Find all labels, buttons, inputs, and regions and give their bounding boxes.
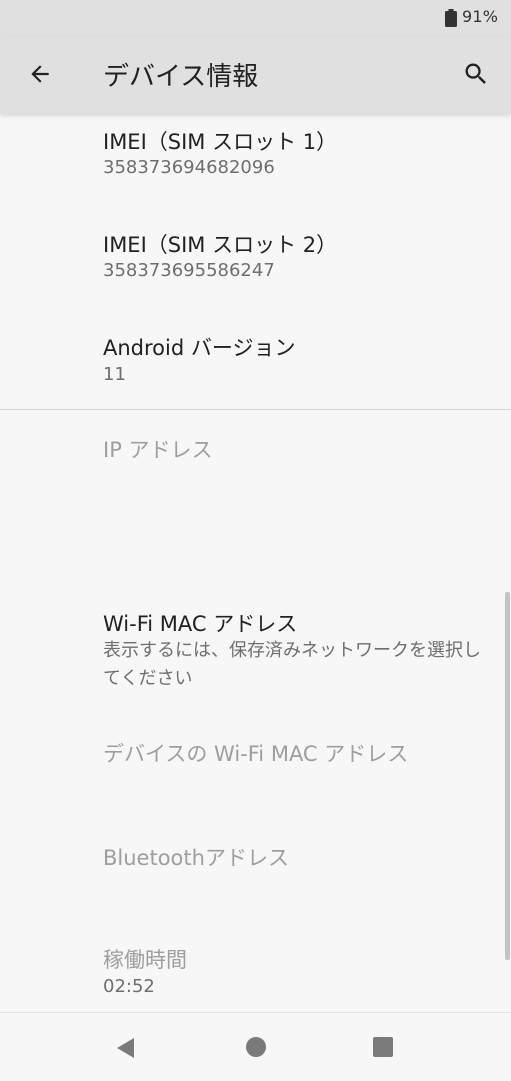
item-title: IMEI（SIM スロット 2） (103, 233, 338, 257)
battery-icon (445, 9, 457, 27)
arrow-back-icon (31, 65, 49, 83)
item-summary: 表示するには、保存済みネットワークを選択してください (103, 640, 481, 689)
list-item-uptime: 稼働時間 02:52 (0, 930, 511, 1012)
search-button[interactable] (452, 50, 500, 98)
back-button[interactable] (16, 50, 64, 98)
item-title: IP アドレス (103, 438, 213, 462)
item-title: デバイスの Wi-Fi MAC アドレス (103, 742, 409, 766)
list-item-android-version[interactable]: Android バージョン 11 (0, 314, 511, 409)
list-item-wifi-mac-address[interactable]: Wi-Fi MAC アドレス 表示するには、保存済みネットワークを選択してくださ… (0, 594, 511, 694)
list-item-imei-slot-2[interactable]: IMEI（SIM スロット 2） 358373695586247 (0, 212, 511, 312)
item-summary: 358373694682096 (103, 157, 275, 178)
item-title: IMEI（SIM スロット 1） (103, 130, 338, 154)
nav-home-icon[interactable] (245, 1036, 267, 1058)
item-title: Wi-Fi MAC アドレス (103, 612, 298, 636)
battery-percentage: 91% (462, 7, 499, 26)
list-item-ip-address: IP アドレス (0, 414, 511, 504)
list-item-bluetooth-address: Bluetoothアドレス (0, 826, 511, 916)
nav-recents-icon[interactable] (372, 1036, 394, 1058)
device-info-list: IMEI（SIM スロット 1） 358373694682096 IMEI（SI… (0, 114, 511, 1012)
list-item-device-wifi-mac-address: デバイスの Wi-Fi MAC アドレス (0, 724, 511, 814)
app-bar: デバイス情報 (0, 36, 511, 114)
nav-back-icon[interactable] (114, 1036, 138, 1060)
item-summary: 358373695586247 (103, 260, 275, 281)
item-summary: 11 (103, 364, 126, 385)
status-bar: 91% (0, 0, 511, 36)
page-title: デバイス情報 (103, 62, 259, 92)
item-title: 稼働時間 (103, 948, 187, 972)
navigation-bar (0, 1012, 511, 1081)
search-icon (465, 63, 486, 84)
item-summary: 02:52 (103, 976, 155, 997)
list-item-imei-slot-1[interactable]: IMEI（SIM スロット 1） 358373694682096 (0, 114, 511, 204)
scrollbar[interactable] (505, 592, 510, 960)
item-title: Android バージョン (103, 336, 296, 360)
section-divider (0, 409, 511, 410)
item-title: Bluetoothアドレス (103, 846, 289, 870)
